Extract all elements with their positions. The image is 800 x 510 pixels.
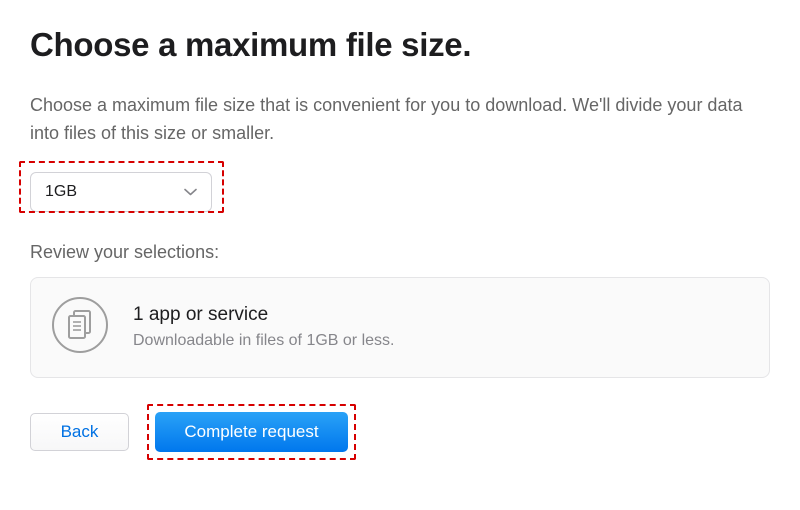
back-button[interactable]: Back <box>30 413 129 451</box>
chevron-down-icon <box>184 183 197 201</box>
document-stack-icon <box>51 296 109 359</box>
summary-text: 1 app or service Downloadable in files o… <box>133 304 394 350</box>
review-label: Review your selections: <box>30 242 770 263</box>
summary-title: 1 app or service <box>133 304 394 326</box>
summary-subtitle: Downloadable in files of 1GB or less. <box>133 332 394 350</box>
file-size-select[interactable]: 1GB <box>30 172 212 212</box>
summary-card: 1 app or service Downloadable in files o… <box>30 277 770 378</box>
page-title: Choose a maximum file size. <box>30 26 770 64</box>
page-description: Choose a maximum file size that is conve… <box>30 92 770 148</box>
button-row: Back Complete request <box>30 412 770 452</box>
complete-request-button[interactable]: Complete request <box>155 412 348 452</box>
file-size-value: 1GB <box>45 183 77 201</box>
